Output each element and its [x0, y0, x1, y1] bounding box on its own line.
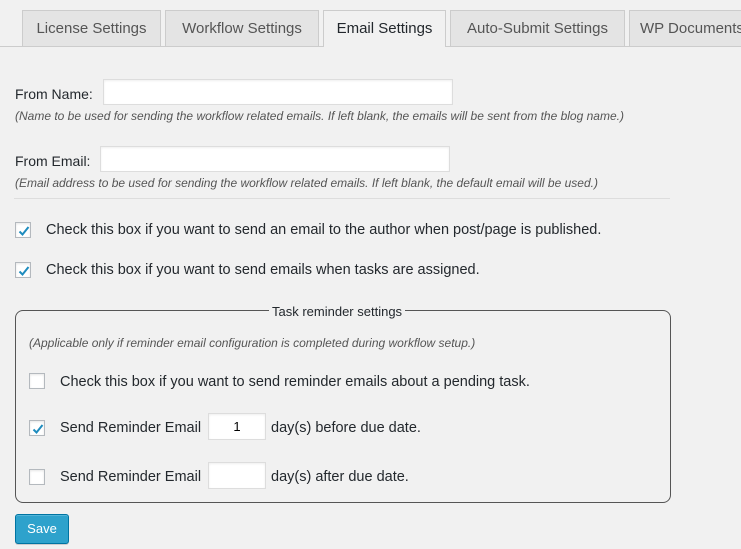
tab-wp-documents[interactable]: WP Documents [629, 10, 741, 46]
from-name-label: From Name: [15, 86, 93, 102]
tab-auto-submit-settings[interactable]: Auto-Submit Settings [450, 10, 625, 46]
before-due-days-input[interactable] [208, 413, 266, 440]
from-name-input[interactable] [103, 79, 453, 105]
section-divider [14, 198, 670, 199]
checkmark-icon [18, 226, 30, 236]
pending-task-checkbox[interactable] [29, 373, 45, 389]
after-due-days-input[interactable] [208, 462, 266, 489]
publish-email-label: Check this box if you want to send an em… [46, 222, 602, 238]
before-due-label: Send Reminder Email [60, 420, 202, 436]
assign-email-checkbox[interactable] [15, 262, 31, 278]
checkmark-icon [18, 266, 30, 276]
after-due-suffix: day(s) after due date. [271, 469, 409, 485]
after-due-checkbox[interactable] [29, 469, 45, 485]
tab-workflow-settings[interactable]: Workflow Settings [165, 10, 319, 46]
checkmark-icon [32, 424, 44, 434]
publish-email-checkbox[interactable] [15, 222, 31, 238]
before-due-suffix: day(s) before due date. [271, 420, 421, 436]
from-email-label: From Email: [15, 153, 91, 169]
save-button[interactable]: Save [15, 514, 69, 544]
reminder-note: (Applicable only if reminder email confi… [29, 336, 476, 350]
tab-license-settings[interactable]: License Settings [22, 10, 161, 46]
tab-email-settings[interactable]: Email Settings [323, 10, 446, 47]
from-email-help: (Email address to be used for sending th… [15, 176, 598, 190]
settings-tabs: License Settings Workflow Settings Email… [0, 0, 741, 47]
assign-email-label: Check this box if you want to send email… [46, 262, 480, 278]
from-email-input[interactable] [100, 146, 450, 172]
task-reminder-legend: Task reminder settings [269, 304, 406, 319]
before-due-checkbox[interactable] [29, 420, 45, 436]
pending-task-label: Check this box if you want to send remin… [60, 374, 530, 390]
after-due-label: Send Reminder Email [60, 469, 202, 485]
from-name-help: (Name to be used for sending the workflo… [15, 109, 624, 123]
